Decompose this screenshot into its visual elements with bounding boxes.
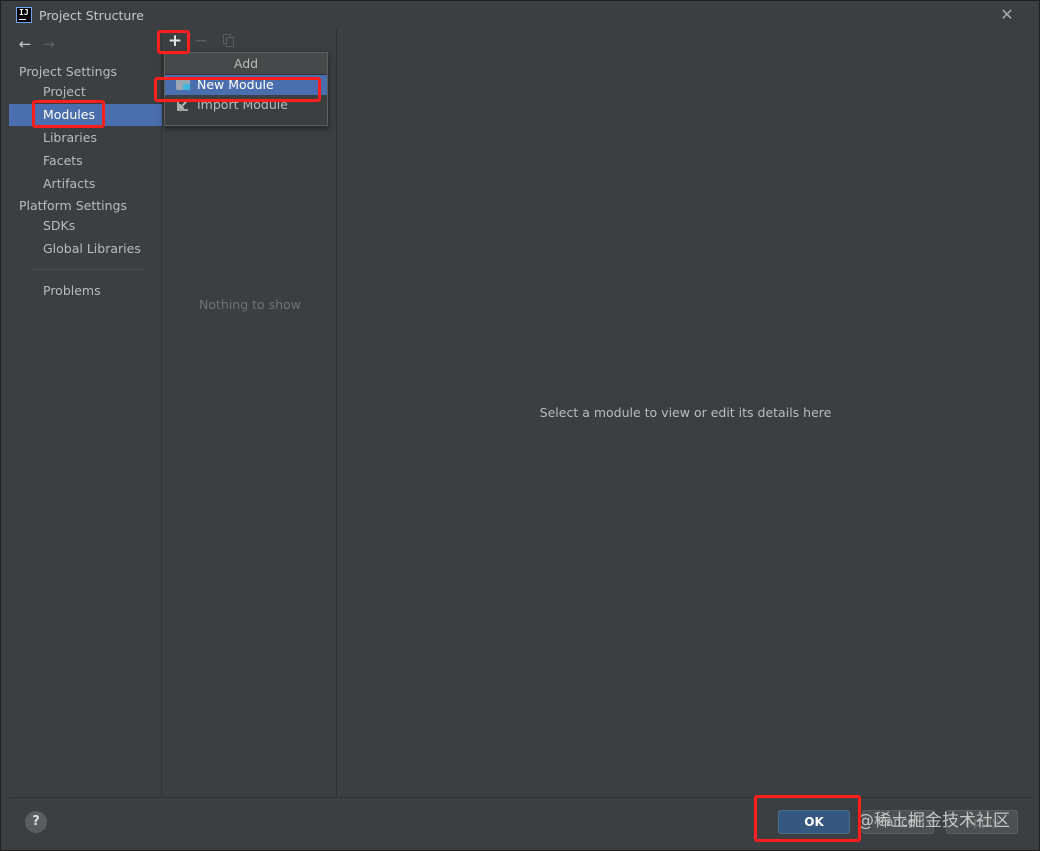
sidebar-item-libraries[interactable]: Libraries (9, 127, 162, 149)
menu-item-new-module[interactable]: New Module (165, 75, 327, 95)
title-bar: IJ Project Structure ✕ (1, 1, 1039, 29)
help-button[interactable]: ? (25, 811, 47, 833)
close-icon[interactable]: ✕ (997, 5, 1017, 25)
arrow-right-icon[interactable]: → (39, 35, 59, 53)
window-title: Project Structure (39, 8, 144, 23)
copy-icon[interactable] (218, 31, 238, 51)
module-detail-panel: Select a module to view or edit its deta… (338, 29, 1033, 797)
sidebar-divider (31, 269, 145, 270)
sidebar-item-problems[interactable]: Problems (9, 280, 162, 302)
ok-button[interactable]: OK (778, 810, 850, 834)
project-structure-dialog: IJ Project Structure ✕ ← → Project Setti… (0, 0, 1040, 851)
menu-item-label: New Module (197, 77, 274, 92)
platform-settings-heading: Platform Settings (19, 198, 127, 213)
detail-placeholder-text: Select a module to view or edit its deta… (539, 405, 832, 420)
menu-item-import-module[interactable]: Import Module (165, 95, 327, 115)
add-popup-menu: Add New Module Import Module (164, 52, 328, 126)
popup-header: Add (165, 53, 327, 75)
project-settings-heading: Project Settings (19, 64, 118, 79)
module-list-panel: + − Nothing to show (163, 29, 337, 797)
arrow-left-icon[interactable]: ← (15, 35, 35, 53)
import-arrow-icon (176, 98, 190, 112)
sidebar-item-artifacts[interactable]: Artifacts (9, 173, 162, 195)
folder-module-icon (176, 78, 190, 92)
app-icon-text: IJ (19, 8, 29, 17)
menu-item-label: Import Module (197, 97, 288, 112)
sidebar-item-sdks[interactable]: SDKs (9, 215, 162, 237)
minus-icon[interactable]: − (191, 31, 211, 51)
watermark-text: @稀土掘金技术社区 (857, 811, 1010, 831)
settings-sidebar: ← → Project Settings Project Modules Lib… (9, 29, 162, 797)
sidebar-item-project[interactable]: Project (9, 81, 162, 103)
list-toolbar: + − (163, 29, 337, 53)
nav-arrows: ← → (15, 35, 59, 53)
sidebar-item-facets[interactable]: Facets (9, 150, 162, 172)
empty-list-text: Nothing to show (199, 297, 301, 312)
sidebar-item-global-libraries[interactable]: Global Libraries (9, 238, 162, 260)
sidebar-item-modules[interactable]: Modules (9, 104, 162, 126)
intellij-app-icon: IJ (16, 7, 32, 23)
plus-icon[interactable]: + (165, 31, 185, 51)
